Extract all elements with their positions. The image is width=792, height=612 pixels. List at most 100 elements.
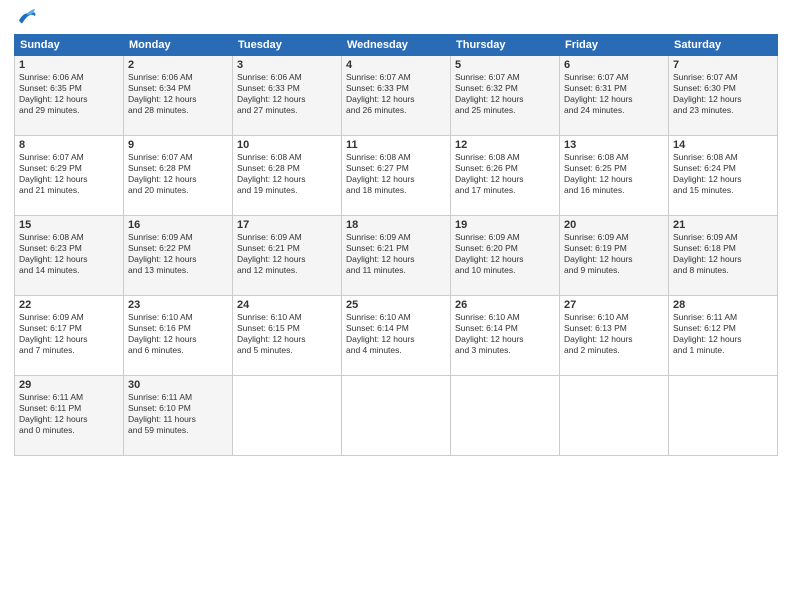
- day-number: 26: [455, 299, 555, 311]
- calendar-cell: 13Sunrise: 6:08 AM Sunset: 6:25 PM Dayli…: [560, 136, 669, 216]
- day-number: 13: [564, 139, 664, 151]
- calendar-cell: 26Sunrise: 6:10 AM Sunset: 6:14 PM Dayli…: [451, 296, 560, 376]
- calendar-cell: 16Sunrise: 6:09 AM Sunset: 6:22 PM Dayli…: [124, 216, 233, 296]
- cell-info: Sunrise: 6:09 AM Sunset: 6:21 PM Dayligh…: [237, 232, 337, 276]
- calendar-cell: 23Sunrise: 6:10 AM Sunset: 6:16 PM Dayli…: [124, 296, 233, 376]
- week-row-5: 29Sunrise: 6:11 AM Sunset: 6:11 PM Dayli…: [15, 376, 778, 456]
- calendar-cell: 5Sunrise: 6:07 AM Sunset: 6:32 PM Daylig…: [451, 56, 560, 136]
- day-number: 9: [128, 139, 228, 151]
- day-number: 2: [128, 59, 228, 71]
- day-number: 12: [455, 139, 555, 151]
- calendar-cell: 4Sunrise: 6:07 AM Sunset: 6:33 PM Daylig…: [342, 56, 451, 136]
- cell-info: Sunrise: 6:07 AM Sunset: 6:28 PM Dayligh…: [128, 152, 228, 196]
- cell-info: Sunrise: 6:06 AM Sunset: 6:33 PM Dayligh…: [237, 72, 337, 116]
- day-number: 24: [237, 299, 337, 311]
- column-headers-row: SundayMondayTuesdayWednesdayThursdayFrid…: [15, 35, 778, 56]
- calendar-cell: 22Sunrise: 6:09 AM Sunset: 6:17 PM Dayli…: [15, 296, 124, 376]
- calendar-cell: 7Sunrise: 6:07 AM Sunset: 6:30 PM Daylig…: [669, 56, 778, 136]
- cell-info: Sunrise: 6:11 AM Sunset: 6:11 PM Dayligh…: [19, 392, 119, 436]
- week-row-4: 22Sunrise: 6:09 AM Sunset: 6:17 PM Dayli…: [15, 296, 778, 376]
- cell-info: Sunrise: 6:07 AM Sunset: 6:32 PM Dayligh…: [455, 72, 555, 116]
- cell-info: Sunrise: 6:10 AM Sunset: 6:16 PM Dayligh…: [128, 312, 228, 356]
- calendar-cell: 21Sunrise: 6:09 AM Sunset: 6:18 PM Dayli…: [669, 216, 778, 296]
- cell-info: Sunrise: 6:07 AM Sunset: 6:33 PM Dayligh…: [346, 72, 446, 116]
- cell-info: Sunrise: 6:09 AM Sunset: 6:17 PM Dayligh…: [19, 312, 119, 356]
- cell-info: Sunrise: 6:11 AM Sunset: 6:12 PM Dayligh…: [673, 312, 773, 356]
- week-row-1: 1Sunrise: 6:06 AM Sunset: 6:35 PM Daylig…: [15, 56, 778, 136]
- calendar-cell: 28Sunrise: 6:11 AM Sunset: 6:12 PM Dayli…: [669, 296, 778, 376]
- calendar-cell: 20Sunrise: 6:09 AM Sunset: 6:19 PM Dayli…: [560, 216, 669, 296]
- column-header-saturday: Saturday: [669, 35, 778, 56]
- calendar-cell: 10Sunrise: 6:08 AM Sunset: 6:28 PM Dayli…: [233, 136, 342, 216]
- calendar-cell: 27Sunrise: 6:10 AM Sunset: 6:13 PM Dayli…: [560, 296, 669, 376]
- day-number: 22: [19, 299, 119, 311]
- logo: [14, 10, 38, 28]
- calendar-cell: [233, 376, 342, 456]
- cell-info: Sunrise: 6:08 AM Sunset: 6:27 PM Dayligh…: [346, 152, 446, 196]
- column-header-thursday: Thursday: [451, 35, 560, 56]
- calendar-table: SundayMondayTuesdayWednesdayThursdayFrid…: [14, 34, 778, 456]
- column-header-friday: Friday: [560, 35, 669, 56]
- cell-info: Sunrise: 6:08 AM Sunset: 6:28 PM Dayligh…: [237, 152, 337, 196]
- day-number: 21: [673, 219, 773, 231]
- cell-info: Sunrise: 6:08 AM Sunset: 6:25 PM Dayligh…: [564, 152, 664, 196]
- cell-info: Sunrise: 6:10 AM Sunset: 6:14 PM Dayligh…: [346, 312, 446, 356]
- calendar-cell: 14Sunrise: 6:08 AM Sunset: 6:24 PM Dayli…: [669, 136, 778, 216]
- cell-info: Sunrise: 6:10 AM Sunset: 6:14 PM Dayligh…: [455, 312, 555, 356]
- day-number: 19: [455, 219, 555, 231]
- calendar-cell: 2Sunrise: 6:06 AM Sunset: 6:34 PM Daylig…: [124, 56, 233, 136]
- day-number: 30: [128, 379, 228, 391]
- day-number: 6: [564, 59, 664, 71]
- calendar-cell: 11Sunrise: 6:08 AM Sunset: 6:27 PM Dayli…: [342, 136, 451, 216]
- calendar-cell: [669, 376, 778, 456]
- day-number: 15: [19, 219, 119, 231]
- cell-info: Sunrise: 6:07 AM Sunset: 6:29 PM Dayligh…: [19, 152, 119, 196]
- day-number: 29: [19, 379, 119, 391]
- calendar-cell: [451, 376, 560, 456]
- day-number: 28: [673, 299, 773, 311]
- cell-info: Sunrise: 6:07 AM Sunset: 6:31 PM Dayligh…: [564, 72, 664, 116]
- calendar-cell: 24Sunrise: 6:10 AM Sunset: 6:15 PM Dayli…: [233, 296, 342, 376]
- day-number: 25: [346, 299, 446, 311]
- page-header: [14, 10, 778, 28]
- day-number: 10: [237, 139, 337, 151]
- cell-info: Sunrise: 6:07 AM Sunset: 6:30 PM Dayligh…: [673, 72, 773, 116]
- cell-info: Sunrise: 6:08 AM Sunset: 6:26 PM Dayligh…: [455, 152, 555, 196]
- calendar-cell: 1Sunrise: 6:06 AM Sunset: 6:35 PM Daylig…: [15, 56, 124, 136]
- cell-info: Sunrise: 6:10 AM Sunset: 6:15 PM Dayligh…: [237, 312, 337, 356]
- logo-bird-icon: [16, 6, 38, 28]
- calendar-cell: 3Sunrise: 6:06 AM Sunset: 6:33 PM Daylig…: [233, 56, 342, 136]
- cell-info: Sunrise: 6:11 AM Sunset: 6:10 PM Dayligh…: [128, 392, 228, 436]
- cell-info: Sunrise: 6:09 AM Sunset: 6:22 PM Dayligh…: [128, 232, 228, 276]
- cell-info: Sunrise: 6:09 AM Sunset: 6:20 PM Dayligh…: [455, 232, 555, 276]
- day-number: 16: [128, 219, 228, 231]
- day-number: 3: [237, 59, 337, 71]
- day-number: 5: [455, 59, 555, 71]
- column-header-wednesday: Wednesday: [342, 35, 451, 56]
- column-header-tuesday: Tuesday: [233, 35, 342, 56]
- day-number: 20: [564, 219, 664, 231]
- calendar-cell: 30Sunrise: 6:11 AM Sunset: 6:10 PM Dayli…: [124, 376, 233, 456]
- cell-info: Sunrise: 6:06 AM Sunset: 6:35 PM Dayligh…: [19, 72, 119, 116]
- calendar-cell: [560, 376, 669, 456]
- cell-info: Sunrise: 6:09 AM Sunset: 6:19 PM Dayligh…: [564, 232, 664, 276]
- day-number: 27: [564, 299, 664, 311]
- day-number: 14: [673, 139, 773, 151]
- cell-info: Sunrise: 6:08 AM Sunset: 6:23 PM Dayligh…: [19, 232, 119, 276]
- cell-info: Sunrise: 6:09 AM Sunset: 6:21 PM Dayligh…: [346, 232, 446, 276]
- calendar-cell: 19Sunrise: 6:09 AM Sunset: 6:20 PM Dayli…: [451, 216, 560, 296]
- day-number: 23: [128, 299, 228, 311]
- calendar-cell: 8Sunrise: 6:07 AM Sunset: 6:29 PM Daylig…: [15, 136, 124, 216]
- calendar-cell: [342, 376, 451, 456]
- day-number: 18: [346, 219, 446, 231]
- cell-info: Sunrise: 6:08 AM Sunset: 6:24 PM Dayligh…: [673, 152, 773, 196]
- cell-info: Sunrise: 6:09 AM Sunset: 6:18 PM Dayligh…: [673, 232, 773, 276]
- day-number: 11: [346, 139, 446, 151]
- calendar-cell: 29Sunrise: 6:11 AM Sunset: 6:11 PM Dayli…: [15, 376, 124, 456]
- calendar-cell: 6Sunrise: 6:07 AM Sunset: 6:31 PM Daylig…: [560, 56, 669, 136]
- week-row-3: 15Sunrise: 6:08 AM Sunset: 6:23 PM Dayli…: [15, 216, 778, 296]
- week-row-2: 8Sunrise: 6:07 AM Sunset: 6:29 PM Daylig…: [15, 136, 778, 216]
- calendar-cell: 18Sunrise: 6:09 AM Sunset: 6:21 PM Dayli…: [342, 216, 451, 296]
- calendar-cell: 9Sunrise: 6:07 AM Sunset: 6:28 PM Daylig…: [124, 136, 233, 216]
- calendar-cell: 17Sunrise: 6:09 AM Sunset: 6:21 PM Dayli…: [233, 216, 342, 296]
